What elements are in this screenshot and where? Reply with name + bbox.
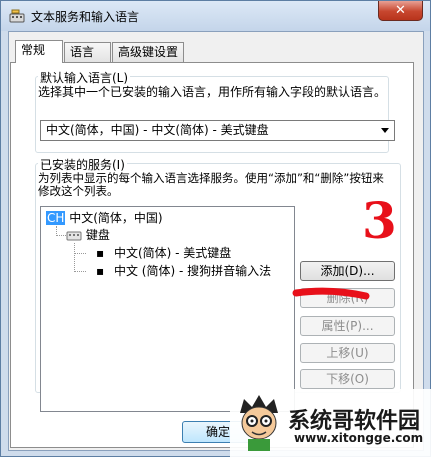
watermark-url: www.xitongge.com bbox=[294, 431, 424, 445]
annotation-underline bbox=[292, 287, 370, 300]
watermark: 系统哥软件园 www.xitongge.com bbox=[230, 389, 431, 457]
mascot-icon bbox=[240, 395, 278, 451]
annotation-number: 3 bbox=[362, 191, 397, 250]
